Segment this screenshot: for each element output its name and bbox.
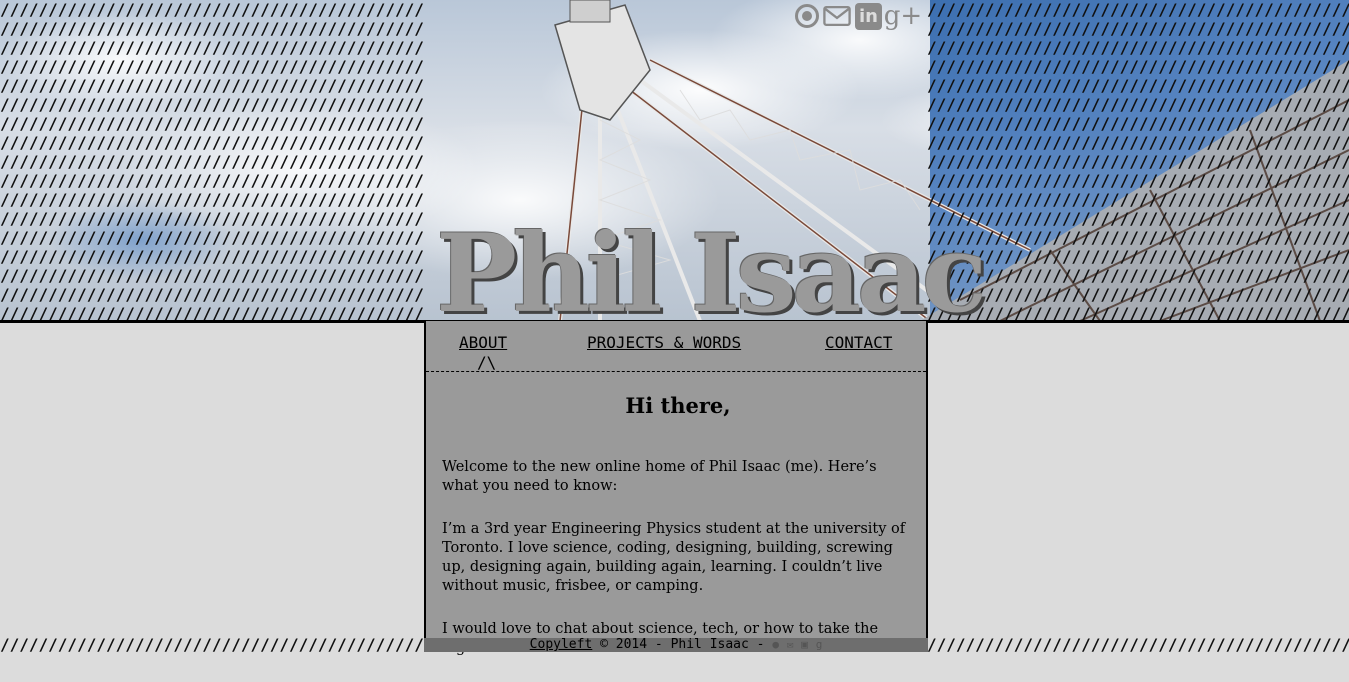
- footer-text: 2014 - Phil Isaac -: [607, 637, 773, 652]
- main-nav: ABOUT PROJECTS & WORDS CONTACT: [426, 333, 926, 363]
- linkedin-icon[interactable]: in: [855, 2, 882, 30]
- slash-pattern-left: ////////////////////////////////////////…: [0, 0, 424, 321]
- page-title: Phil Isaac: [436, 211, 987, 337]
- nav-about[interactable]: ABOUT: [459, 333, 507, 352]
- nav-contact[interactable]: CONTACT: [825, 333, 892, 352]
- footer-slash-left: ////////////////////////////////////////…: [0, 638, 424, 652]
- bio-paragraph: I’m a 3rd year Engineering Physics stude…: [442, 521, 906, 594]
- footer-google-plus-icon[interactable]: g: [816, 638, 823, 651]
- copyleft-symbol: ©: [600, 637, 608, 652]
- footer: Copyleft © 2014 - Phil Isaac - ● ✉ ▣ g: [424, 638, 928, 652]
- social-links: in g+: [795, 1, 922, 31]
- footer-linkedin-icon[interactable]: ▣: [801, 638, 808, 651]
- intro-paragraph: Welcome to the new online home of Phil I…: [442, 459, 877, 494]
- footer-mail-icon[interactable]: ✉: [787, 638, 794, 651]
- github-icon[interactable]: [795, 4, 819, 28]
- slash-pattern-right: ////////////////////////////////////////…: [927, 0, 1349, 321]
- mail-icon[interactable]: [823, 2, 851, 30]
- nav-divider: [426, 371, 926, 372]
- nav-projects-words[interactable]: PROJECTS & WORDS: [587, 333, 741, 352]
- footer-slash-right: ////////////////////////////////////////…: [927, 638, 1349, 652]
- active-nav-marker: /\: [477, 353, 497, 372]
- copyleft-link[interactable]: Copyleft: [530, 637, 593, 652]
- greeting-heading: Hi there,: [625, 393, 731, 418]
- google-plus-icon[interactable]: g+: [884, 1, 922, 31]
- content-panel: ABOUT PROJECTS & WORDS CONTACT /\ Hi the…: [424, 321, 928, 656]
- footer-github-icon[interactable]: ●: [772, 638, 779, 651]
